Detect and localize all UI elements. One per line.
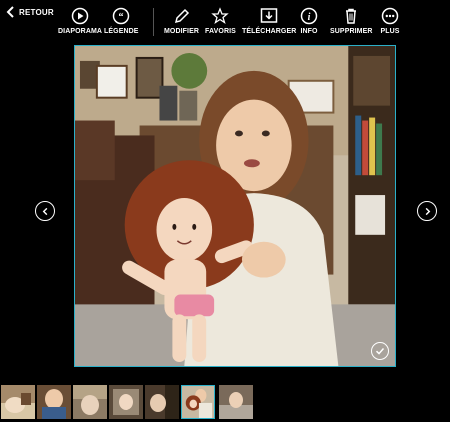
star-icon <box>211 7 230 25</box>
favorites-label: FAVORIS <box>205 28 236 35</box>
chevron-right-icon <box>425 207 430 215</box>
next-photo-button[interactable] <box>417 201 437 221</box>
slideshow-label: DIAPORAMA <box>58 28 103 35</box>
toolbar-divider <box>153 8 154 36</box>
chevron-left-icon <box>6 6 14 18</box>
chevron-left-icon <box>42 207 47 215</box>
thumbnail-image <box>37 385 71 419</box>
thumbnail[interactable] <box>73 385 107 419</box>
info-button[interactable]: i INFO <box>299 6 319 35</box>
delete-label: SUPPRIMER <box>330 28 373 35</box>
thumbnail[interactable] <box>145 385 179 419</box>
play-circle-icon <box>71 7 89 25</box>
thumbnail[interactable] <box>1 385 35 419</box>
thumbnail-image <box>109 385 143 419</box>
download-label: TÉLÉCHARGER <box>242 28 297 35</box>
quote-circle-icon: “ <box>113 7 130 25</box>
favorites-button[interactable]: FAVORIS <box>205 6 236 35</box>
caption-button[interactable]: “ LÉGENDE <box>104 6 139 35</box>
info-icon: i <box>300 7 318 25</box>
more-button[interactable]: PLUS <box>380 6 400 35</box>
thumbnail-image <box>73 385 107 419</box>
edit-button[interactable]: MODIFIER <box>164 6 199 35</box>
more-label: PLUS <box>380 28 400 35</box>
toolbar: RETOUR DIAPORAMA “ LÉGENDE MODIFIER FAVO… <box>0 0 450 44</box>
svg-text:“: “ <box>119 12 124 23</box>
thumbnail-image <box>1 385 35 419</box>
filmstrip <box>0 385 450 419</box>
select-photo-toggle[interactable] <box>371 342 389 360</box>
back-button[interactable]: RETOUR <box>6 6 54 18</box>
back-label: RETOUR <box>19 7 54 17</box>
more-dots-icon <box>381 7 399 25</box>
checkmark-icon <box>375 348 385 355</box>
svg-text:i: i <box>308 12 311 23</box>
slideshow-button[interactable]: DIAPORAMA <box>58 6 102 35</box>
thumbnail-image <box>219 385 253 419</box>
thumbnail[interactable] <box>219 385 253 419</box>
thumbnail[interactable] <box>37 385 71 419</box>
thumbnail-image <box>182 386 214 418</box>
download-button[interactable]: TÉLÉCHARGER <box>242 6 296 35</box>
previous-photo-button[interactable] <box>35 201 55 221</box>
photo-image <box>75 46 395 366</box>
info-label: INFO <box>300 28 318 35</box>
main-photo[interactable] <box>74 45 396 367</box>
thumbnail-image <box>145 385 179 419</box>
thumbnail-selected[interactable] <box>181 385 215 419</box>
pencil-icon <box>174 8 189 24</box>
delete-button[interactable]: SUPPRIMER <box>330 6 373 35</box>
trash-icon <box>346 8 357 24</box>
thumbnail[interactable] <box>109 385 143 419</box>
edit-label: MODIFIER <box>164 28 200 35</box>
caption-label: LÉGENDE <box>104 28 139 35</box>
download-icon <box>260 8 278 23</box>
